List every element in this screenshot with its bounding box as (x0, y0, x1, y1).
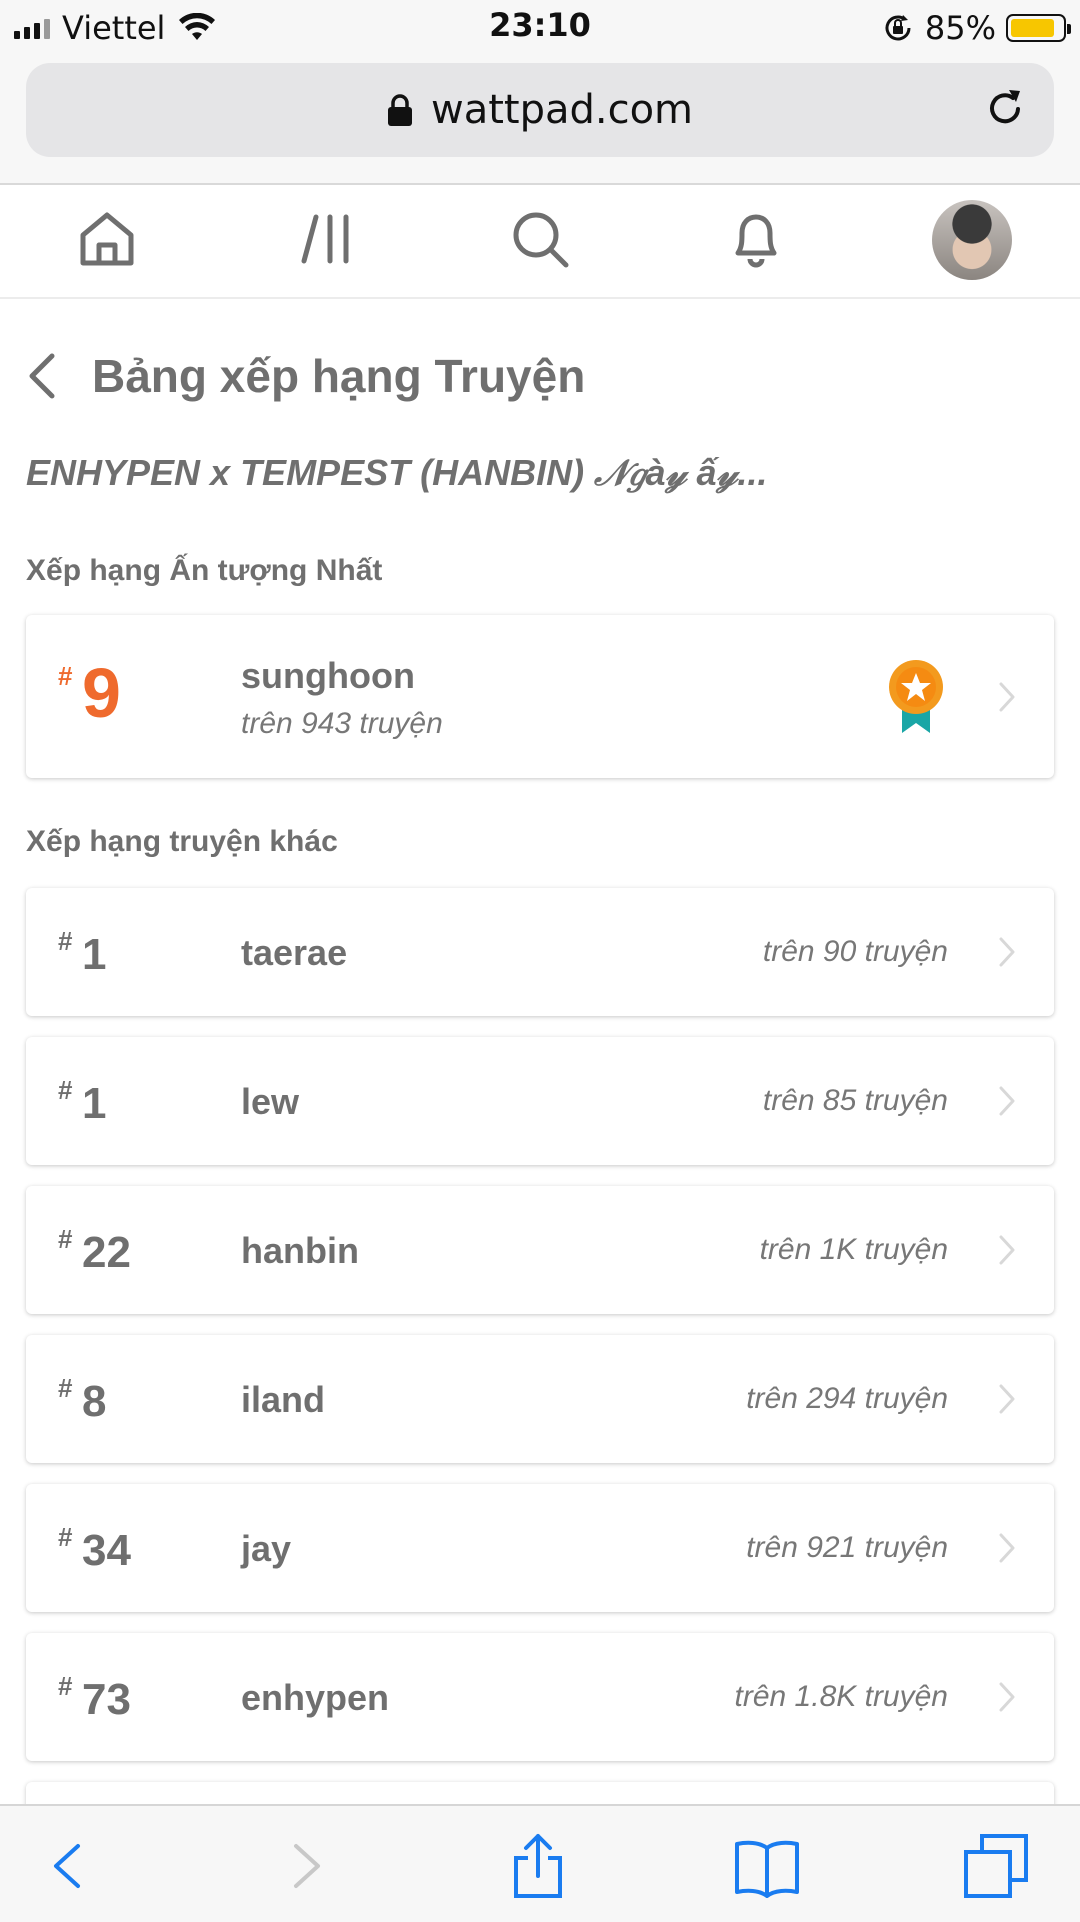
rank-story-count: trên 943 truyện (241, 707, 443, 740)
rank-number: 22 (82, 1228, 131, 1277)
rank-story-count: trên 90 truyện (762, 935, 948, 968)
status-bar: Viettel 23:10 85% (0, 0, 1080, 55)
rank-tag: sunghoon (241, 655, 415, 696)
rank-hash: # (58, 1671, 73, 1701)
address-bar[interactable]: wattpad.com (26, 63, 1054, 157)
ranking-row[interactable]: #8 iland trên 294 truyện (26, 1335, 1054, 1463)
ranking-row[interactable]: #22 hanbin trên 1K truyện (26, 1186, 1054, 1314)
rank-number: 9 (82, 654, 121, 732)
rank-tag: jay (241, 1528, 292, 1569)
rank-hash: # (58, 1075, 73, 1105)
rank-hash: # (58, 1522, 73, 1552)
tabs-icon[interactable] (962, 1832, 1030, 1900)
battery-percent: 85% (924, 9, 996, 47)
bell-icon[interactable] (724, 207, 788, 271)
avatar[interactable] (932, 200, 1012, 280)
chevron-right-icon (999, 937, 1015, 967)
share-icon[interactable] (504, 1832, 572, 1900)
forward-icon[interactable] (272, 1832, 340, 1900)
battery-fill (1011, 19, 1054, 37)
top-ranking-card[interactable]: # 9 sunghoon trên 943 truyện (26, 615, 1054, 778)
rank-story-count: trên 294 truyện (746, 1382, 948, 1415)
rank-number: 1 (82, 1079, 107, 1128)
status-right: 85% (881, 6, 1071, 50)
rank-story-count: trên 1K truyện (759, 1233, 948, 1266)
medal-icon (889, 660, 943, 733)
page-header: Bảng xếp hạng Truyện (24, 344, 585, 408)
browser-address-area: wattpad.com (0, 55, 1080, 185)
ranking-row[interactable]: #1 lew trên 85 truyện (26, 1037, 1054, 1165)
back-icon[interactable] (34, 1832, 102, 1900)
rank-number: 34 (82, 1526, 131, 1575)
rank-tag: taerae (241, 932, 348, 973)
rank-tag: hanbin (241, 1230, 359, 1271)
top-ranking-section-label: Xếp hạng Ấn tượng Nhất (26, 554, 383, 587)
app-nav (0, 185, 1080, 299)
rank-number: 1 (82, 930, 107, 979)
url-text: wattpad.com (430, 87, 694, 133)
ranking-row[interactable]: #73 enhypen trên 1.8K truyện (26, 1633, 1054, 1761)
other-rankings-section-label: Xếp hạng truyện khác (26, 825, 338, 858)
bookmarks-icon[interactable] (733, 1832, 801, 1900)
rank-hash: # (58, 661, 73, 691)
rank-tag: lew (241, 1081, 300, 1122)
back-chevron-icon[interactable] (24, 352, 58, 400)
rank-hash: # (58, 926, 73, 956)
page-title: Bảng xếp hạng Truyện (92, 350, 586, 402)
ranking-row[interactable]: #1 taerae trên 90 truyện (26, 888, 1054, 1016)
browser-toolbar (0, 1804, 1080, 1922)
rank-number: 8 (82, 1377, 107, 1426)
search-icon[interactable] (508, 207, 572, 271)
library-icon[interactable] (296, 207, 360, 271)
chevron-right-icon (999, 1235, 1015, 1265)
chevron-right-icon (999, 682, 1015, 712)
chevron-right-icon (999, 1086, 1015, 1116)
ranking-row[interactable]: #34 jay trên 921 truyện (26, 1484, 1054, 1612)
story-title: ENHYPEN x TEMPEST (HANBIN) 𝒩𝑔à𝓎 ấ𝓎... (26, 452, 768, 493)
rank-hash: # (58, 1224, 73, 1254)
chevron-right-icon (999, 1682, 1015, 1712)
battery-icon (1006, 14, 1071, 42)
rank-tag: iland (241, 1379, 326, 1420)
rank-tag: enhypen (241, 1677, 390, 1718)
rank-hash: # (58, 1373, 73, 1403)
chevron-right-icon (999, 1533, 1015, 1563)
reload-icon[interactable] (982, 85, 1028, 131)
rotation-lock-icon (885, 15, 911, 41)
rank-story-count: trên 1.8K truyện (734, 1680, 948, 1713)
rank-story-count: trên 85 truyện (762, 1084, 948, 1117)
home-icon[interactable] (75, 207, 139, 271)
chevron-right-icon (999, 1384, 1015, 1414)
lock-icon (387, 94, 412, 126)
rank-story-count: trên 921 truyện (746, 1531, 948, 1564)
rank-number: 73 (82, 1675, 131, 1724)
